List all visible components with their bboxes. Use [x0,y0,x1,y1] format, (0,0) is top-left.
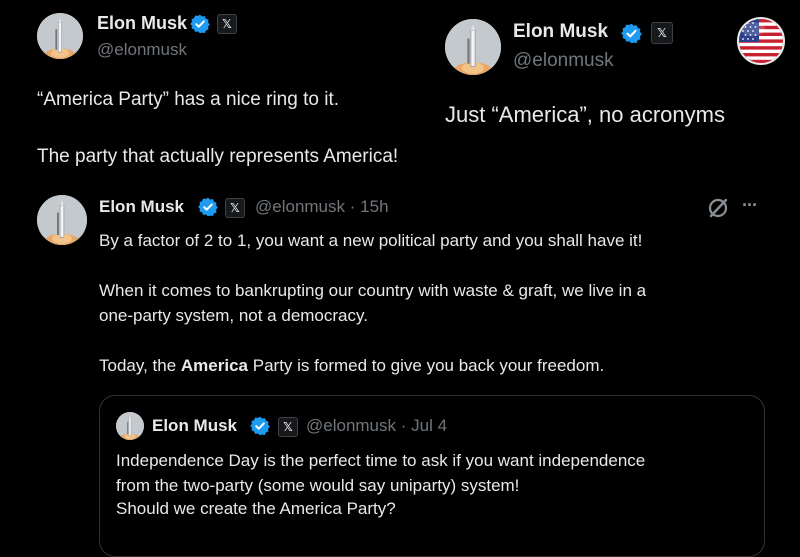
quote-text-line: Independence Day is the perfect time to … [116,451,646,470]
x-logo-icon: 𝕏 [217,14,237,34]
author-name[interactable]: Elon Musk [97,13,187,34]
author-handle[interactable]: @elonmusk [97,40,187,60]
text-segment: Today, the [99,356,181,375]
avatar [116,412,144,440]
author-name: Elon Musk [152,416,238,435]
quote-text-line: Should we create the America Party? [116,499,396,518]
author-handle[interactable]: @elonmusk [513,50,614,72]
post-timestamp[interactable]: 15h [360,197,388,216]
post-text: Just “America”, no acronyms [445,102,725,127]
post-text-line: When it comes to bankrupting our country… [99,281,647,300]
post-text-line: Today, the America Party is formed to gi… [99,356,604,376]
us-flag-icon [737,17,785,65]
verified-badge-icon [621,23,642,44]
post-timestamp: Jul 4 [411,416,448,435]
author-handle: @elonmusk · Jul 4 [306,416,447,436]
author-handle-text: @elonmusk [306,416,397,435]
avatar[interactable] [37,13,83,59]
x-logo-icon: 𝕏 [278,417,298,437]
more-options-icon[interactable]: ··· [742,195,758,216]
author-handle[interactable]: @elonmusk · 15h [255,197,389,217]
verified-badge-icon [250,416,270,436]
meta-separator: · [400,416,407,435]
x-logo-icon: 𝕏 [225,198,245,218]
post-text-line: The party that actually represents Ameri… [37,146,399,167]
x-logo-icon: 𝕏 [651,22,673,44]
grok-icon[interactable] [706,196,730,220]
post-text-line: “America Party” has a nice ring to it. [37,89,339,110]
author-name[interactable]: Elon Musk [99,197,184,217]
avatar[interactable] [37,195,87,245]
author-handle-text[interactable]: @elonmusk [255,197,345,216]
verified-badge-icon [198,197,218,217]
text-bold-segment: America [180,356,249,375]
author-name[interactable]: Elon Musk [513,21,608,43]
meta-separator: · [349,197,356,216]
post-text-line: one-party system, not a democracy. [99,306,368,325]
post-text-line: By a factor of 2 to 1, you want a new po… [99,231,643,250]
verified-badge-icon [190,14,210,34]
quote-text-line: from the two-party (some would say unipa… [116,476,520,495]
avatar[interactable] [445,19,501,75]
text-segment: Party is formed to give you back your fr… [248,356,605,375]
